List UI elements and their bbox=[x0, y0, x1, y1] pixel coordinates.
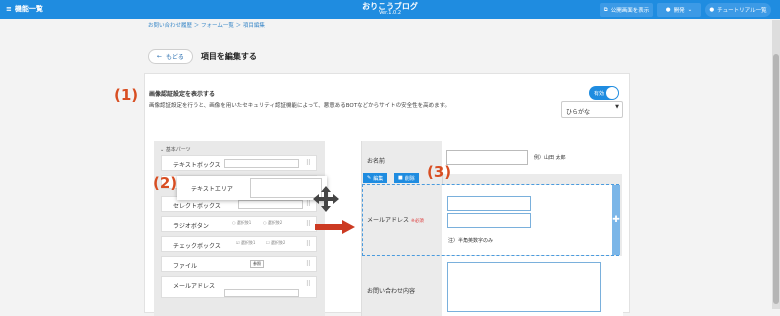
lightbulb-icon: ● bbox=[709, 7, 715, 13]
part-label: ファイル bbox=[173, 263, 198, 270]
option-label: 選択肢1 bbox=[240, 240, 256, 245]
part-file[interactable]: ファイル 参照 ⠿ bbox=[161, 256, 317, 272]
part-textbox[interactable]: テキストボックス ⠿ bbox=[161, 155, 317, 171]
part-checkbox[interactable]: チェックボックス ☑ 選択肢1 ☐ 選択肢2 ⠿ bbox=[161, 236, 317, 252]
scrollbar-thumb[interactable] bbox=[773, 54, 779, 304]
chevron-down-icon: ⌄ bbox=[687, 7, 693, 13]
back-label: もどる bbox=[166, 53, 184, 61]
part-preview-input bbox=[224, 159, 299, 168]
form-preview: お名前 例）山田 太郎 ✎ 編集 ■ 削除 メールアドレス ※必須 注）半角英数字の… bbox=[361, 141, 623, 316]
annotation-3: (3) bbox=[427, 163, 452, 181]
captcha-type-select[interactable]: ひらがな ▼ bbox=[561, 101, 623, 118]
annotation-1: (1) bbox=[114, 86, 139, 104]
part-label: セレクトボックス bbox=[173, 203, 221, 210]
delete-button[interactable]: ■ 削除 bbox=[394, 173, 419, 183]
select-value: ひらがな bbox=[566, 109, 591, 116]
email-input[interactable] bbox=[447, 196, 531, 211]
check-option-2: ☐ 選択肢2 bbox=[266, 240, 286, 245]
scrollbar[interactable] bbox=[772, 20, 780, 309]
toggle-knob bbox=[606, 87, 618, 99]
top-bar: ≡ 機能一覧 おりこうブログ Ver.1.0.2 ⧉ 公開画面を表示 ● 開発 ⌄ ● チ… bbox=[0, 0, 780, 19]
drag-handle-icon[interactable]: ⠿ bbox=[306, 240, 311, 248]
drag-handle-icon[interactable]: ⠿ bbox=[306, 159, 311, 167]
part-label: チェックボックス bbox=[173, 243, 221, 250]
tutorial-button[interactable]: ● チュートリアル一覧 bbox=[705, 3, 771, 17]
parts-header-label: 基本パーツ bbox=[165, 147, 191, 153]
page-title: 項目を編集する bbox=[200, 51, 257, 61]
part-label: メールアドレス bbox=[173, 283, 216, 290]
arrow-left-icon: ← bbox=[157, 52, 163, 60]
drag-handle-icon[interactable]: ⠿ bbox=[306, 280, 311, 288]
tutorial-label: チュートリアル一覧 bbox=[717, 8, 767, 14]
required-badge: ※必須 bbox=[410, 219, 424, 224]
captcha-heading: 画像認証設定を表示する bbox=[149, 91, 216, 98]
option-label: 選択肢1 bbox=[236, 220, 252, 225]
drag-handle-icon[interactable]: ⠿ bbox=[306, 200, 311, 208]
public-view-label: 公開画面を表示 bbox=[610, 8, 650, 14]
developer-label: 開発 bbox=[673, 8, 685, 14]
user-icon: ● bbox=[665, 7, 671, 13]
captcha-description: 画像認証設定を行うと、画像を用いたセキュリティ認証機能によって、悪意あるBOTな… bbox=[149, 103, 451, 109]
email-label: メールアドレス bbox=[367, 217, 410, 224]
part-preview-input bbox=[224, 289, 299, 297]
annotation-2: (2) bbox=[153, 174, 178, 192]
arrow-right-icon bbox=[315, 220, 355, 234]
check-option-1: ☑ 選択肢1 bbox=[236, 240, 256, 245]
name-input[interactable] bbox=[446, 150, 528, 165]
external-link-icon: ⧉ bbox=[603, 6, 608, 13]
editor-card: 画像認証設定を表示する 画像認証設定を行うと、画像を用いたセキュリティ認証機能に… bbox=[144, 73, 630, 316]
drag-handle-icon[interactable]: ⠿ bbox=[306, 260, 311, 268]
part-radio[interactable]: ラジオボタン ○ 選択肢1 ○ 選択肢2 ⠿ bbox=[161, 216, 317, 232]
option-label: 選択肢2 bbox=[270, 240, 286, 245]
public-view-button[interactable]: ⧉ 公開画面を表示 bbox=[600, 3, 653, 17]
radio-option-1: ○ 選択肢1 bbox=[232, 220, 252, 225]
name-example: 例）山田 太郎 bbox=[534, 155, 566, 161]
parts-panel: ⌄ 基本パーツ テキストボックス ⠿ ⠿ セレクトボックス ⠿ ラジオボタン ○ 選択… bbox=[154, 141, 325, 316]
edit-label: 編集 bbox=[373, 175, 384, 182]
part-preview-select bbox=[238, 200, 303, 209]
move-cursor-icon bbox=[313, 186, 339, 212]
edit-button[interactable]: ✎ 編集 bbox=[363, 173, 388, 183]
pencil-icon: ✎ bbox=[367, 175, 372, 181]
breadcrumb[interactable]: お問い合わせ履歴 ＞ フォーム一覧 ＞ 項目編集 bbox=[148, 21, 265, 29]
file-browse-button: 参照 bbox=[250, 260, 264, 268]
drag-handle-icon[interactable]: ⠿ bbox=[306, 220, 311, 228]
plus-icon: ✚ bbox=[612, 215, 620, 225]
email-confirm-input[interactable] bbox=[447, 213, 531, 228]
back-button[interactable]: ← もどる bbox=[148, 48, 193, 64]
option-label: 選択肢2 bbox=[267, 220, 283, 225]
captcha-toggle[interactable]: 有効 bbox=[589, 86, 619, 100]
parts-header[interactable]: ⌄ 基本パーツ bbox=[160, 146, 191, 153]
part-email[interactable]: メールアドレス ⠿ bbox=[161, 276, 317, 298]
part-label: テキストボックス bbox=[173, 162, 221, 169]
dragging-label: テキストエリア bbox=[191, 186, 233, 193]
delete-label: 削除 bbox=[404, 175, 415, 182]
title-row: ← もどる 項目を編集する bbox=[148, 48, 257, 64]
inquiry-label: お問い合わせ内容 bbox=[367, 288, 416, 295]
trash-icon: ■ bbox=[398, 175, 403, 181]
developer-menu-button[interactable]: ● 開発 ⌄ bbox=[657, 3, 701, 17]
add-row-handle[interactable]: ✚ bbox=[612, 185, 620, 255]
email-label-row: メールアドレス ※必須 bbox=[362, 215, 442, 224]
caret-down-icon: ▼ bbox=[615, 104, 619, 110]
email-note: 注）半角英数字のみ bbox=[448, 238, 494, 244]
toggle-label: 有効 bbox=[594, 90, 605, 97]
dragging-part-textarea[interactable]: テキストエリア bbox=[177, 176, 327, 200]
radio-option-2: ○ 選択肢2 bbox=[263, 220, 283, 225]
inquiry-textarea[interactable] bbox=[447, 262, 601, 312]
part-label: ラジオボタン bbox=[173, 223, 209, 230]
